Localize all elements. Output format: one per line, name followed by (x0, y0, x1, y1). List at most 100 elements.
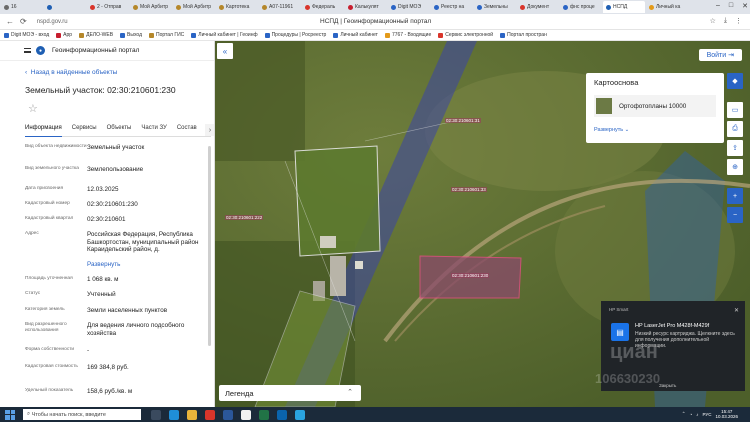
bookmark-item[interactable]: Портал простран (500, 32, 547, 38)
keyboard-lang[interactable]: РУС (702, 412, 711, 417)
nspd-logo-icon: ● (36, 46, 45, 55)
browser-tab[interactable]: Digit МОЭ (388, 1, 430, 13)
bookmark-item[interactable]: Digit МОЭ - вход (4, 32, 49, 38)
info-tab[interactable]: Части ЗУ (141, 125, 166, 137)
bookmark-item[interactable]: App (56, 32, 72, 38)
info-tab[interactable]: Состав (177, 125, 197, 137)
browser-tab[interactable] (44, 1, 86, 13)
print-icon[interactable]: ⎙ (727, 121, 743, 137)
bookmark-item[interactable]: ДЕЛО-WEB (79, 32, 113, 38)
edge-icon[interactable] (169, 409, 179, 420)
browser-tab[interactable]: Федераль (302, 1, 344, 13)
property-label (25, 261, 87, 269)
clock[interactable]: 15:47 10.03.2026 (715, 409, 738, 419)
menu-icon[interactable]: ⋮ (735, 17, 742, 25)
expand-address-link[interactable]: Развернуть (87, 261, 205, 269)
minimize-icon[interactable]: – (716, 2, 720, 10)
bookmark-star-icon[interactable]: ☆ (710, 17, 716, 25)
property-value: 169 384,8 руб. (87, 364, 129, 371)
tab-label: НСПД (613, 4, 628, 10)
browser-tab[interactable]: Картотека (216, 1, 258, 13)
map-view[interactable]: 02:30:210601:222 02:30:210601:31 02:30:2… (215, 41, 750, 407)
browser-tab[interactable]: 16 (1, 1, 43, 13)
tab-favicon-icon (133, 4, 138, 10)
task-view-icon[interactable] (151, 409, 161, 420)
browser-tab[interactable]: НСПД (603, 1, 645, 13)
browser-tab[interactable]: Мой Арбитр (130, 1, 172, 13)
volume-icon[interactable]: ♪ (696, 412, 698, 417)
location-icon[interactable]: ⊕ (727, 159, 743, 175)
network-icon[interactable]: ◔ (689, 412, 692, 417)
share-icon[interactable]: ⇪ (727, 140, 743, 156)
close-icon[interactable]: ✕ (734, 307, 739, 314)
orthophoto-thumbnail (596, 98, 612, 114)
bookmark-item[interactable]: Личный кабинет (333, 32, 378, 38)
measure-icon[interactable]: ▭ (727, 102, 743, 118)
menu-burger-icon[interactable] (24, 48, 31, 53)
excel-icon[interactable] (259, 409, 269, 420)
tab-label: Федераль (312, 4, 336, 10)
browser-tab[interactable]: Реестр на (431, 1, 473, 13)
taskbar-search-input[interactable]: ⌕ Чтобы начать поиск, введите (23, 409, 141, 420)
telegram-icon[interactable] (295, 409, 305, 420)
login-button[interactable]: Войти ⇥ (698, 49, 742, 61)
bookmark-label: Процедуры | Росреестр (271, 32, 327, 38)
zoom-out-icon[interactable]: − (727, 207, 743, 223)
window-controls: – □ ✕ (716, 2, 748, 10)
browser-tab[interactable]: Земельны (474, 1, 516, 13)
tab-label: 2 - Отправ (97, 4, 122, 10)
portal-name: Геоинформационный портал (52, 47, 140, 54)
maximize-icon[interactable]: □ (729, 2, 733, 10)
browser-tab[interactable]: А07-11961 (259, 1, 301, 13)
browser-tab[interactable]: 2 - Отправ (87, 1, 129, 13)
chrome-icon[interactable] (205, 409, 215, 420)
browser-tab[interactable]: Мой Арбитр (173, 1, 215, 13)
parcel-label: 02:30:210601:222 (225, 215, 264, 220)
bookmark-item[interactable]: Процедуры | Росреестр (264, 32, 327, 38)
bookmark-label: Сервис электронной (445, 32, 494, 38)
info-tab[interactable]: Объекты (107, 125, 132, 137)
zoom-in-icon[interactable]: + (727, 188, 743, 204)
browser-tab[interactable]: Документ (517, 1, 559, 13)
legend-toggle[interactable]: Легенда ⌃ (219, 385, 361, 401)
bookmark-favicon-icon (79, 32, 85, 38)
bookmark-item[interactable]: Сервис электронной (438, 32, 493, 38)
panel-scrollbar[interactable] (208, 146, 211, 346)
tab-favicon-icon (219, 4, 224, 10)
property-label: Кадастровый квартал (25, 216, 74, 221)
bookmark-item[interactable]: Портал ГИС (149, 32, 184, 38)
favorite-star-icon[interactable]: ☆ (28, 102, 38, 115)
browser-tab[interactable]: фнс проце (560, 1, 602, 13)
basemap-option[interactable]: Ортофотопланы 10000 (594, 95, 716, 117)
reload-icon[interactable]: ⟳ (20, 17, 27, 26)
notification-dismiss[interactable]: Закрыть (659, 383, 676, 388)
bookmark-item[interactable]: Личный кабинет | Геоинф (191, 32, 258, 38)
tab-label: 16 (11, 4, 17, 10)
bookmark-item[interactable]: 7767 - Входящие (384, 32, 431, 38)
browser-tab[interactable]: Личный ка (646, 1, 688, 13)
windows-start-icon[interactable] (5, 409, 15, 420)
chevron-up-icon: ⌃ (347, 389, 353, 396)
browser-tab[interactable]: Калькулят (345, 1, 387, 13)
tab-favicon-icon (520, 4, 525, 10)
property-label: Форма собственности (25, 347, 75, 352)
word-icon[interactable] (223, 409, 233, 420)
download-icon[interactable]: ⤓ (724, 17, 727, 25)
yandex-icon[interactable] (241, 409, 251, 420)
back-to-results-link[interactable]: ‹ Назад в найденные объекты (25, 69, 117, 76)
tray-arrow-icon[interactable]: ⌃ (682, 411, 686, 417)
info-tab[interactable]: Информация (25, 125, 62, 137)
collapse-panel-button[interactable]: « (217, 43, 233, 59)
explorer-icon[interactable] (187, 409, 197, 420)
tabs-next-icon[interactable]: › (205, 124, 214, 136)
expand-basemaps-link[interactable]: Развернуть ⌄ (594, 127, 629, 133)
back-arrow-icon[interactable]: ← (6, 17, 14, 26)
close-icon[interactable]: ✕ (742, 2, 748, 10)
outlook-icon[interactable] (277, 409, 287, 420)
bookmark-favicon-icon (500, 32, 506, 38)
url-field[interactable]: nspd.gov.ru (37, 19, 68, 25)
layers-icon[interactable]: ◆ (727, 73, 743, 89)
bookmark-item[interactable]: Выход (120, 32, 142, 38)
info-tab[interactable]: Сервисы (72, 125, 97, 137)
bookmark-label: Личный кабинет (340, 32, 378, 38)
